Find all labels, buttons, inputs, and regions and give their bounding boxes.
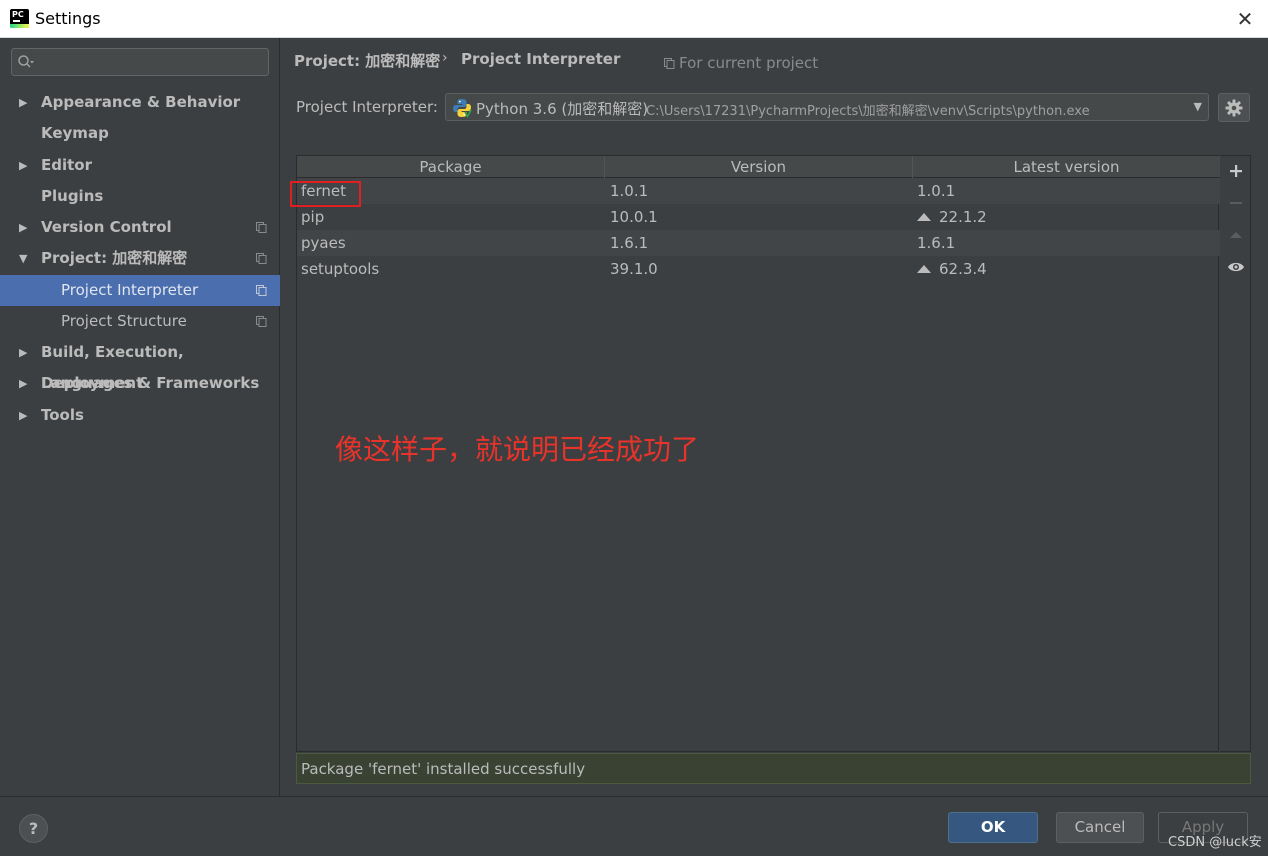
sidebar-item-languages-frameworks[interactable]: ▶ Languages & Frameworks xyxy=(0,368,280,399)
project-scope-icon xyxy=(256,285,267,296)
package-toolbar xyxy=(1220,155,1251,752)
table-row[interactable]: setuptools 39.1.0 62.3.4 xyxy=(297,256,1220,282)
upgrade-icon xyxy=(1229,232,1242,238)
expand-arrow-icon[interactable]: ▶ xyxy=(19,150,31,181)
sidebar-item-project-structure[interactable]: Project Structure xyxy=(0,306,280,337)
package-latest-version: 22.1.2 xyxy=(917,204,987,230)
pycharm-icon: PC xyxy=(10,9,29,28)
sidebar-item-plugins[interactable]: Plugins xyxy=(0,181,280,212)
expand-arrow-icon[interactable]: ▶ xyxy=(19,400,31,431)
settings-main-panel: Project: 加密和解密 › Project Interpreter For… xyxy=(281,38,1268,796)
interpreter-name: Python 3.6 (加密和解密) xyxy=(476,100,649,118)
sidebar-item-keymap[interactable]: Keymap xyxy=(0,118,280,149)
eye-icon xyxy=(1227,262,1244,272)
interpreter-path: C:\Users\17231\PycharmProjects\加密和解密\ven… xyxy=(646,104,1090,119)
upgrade-available-icon xyxy=(917,213,931,221)
title-bar: PC Settings ✕ xyxy=(0,0,1268,38)
upgrade-available-icon xyxy=(917,265,931,273)
window-title: Settings xyxy=(35,9,101,28)
close-icon[interactable]: ✕ xyxy=(1232,6,1258,32)
sidebar-item-project[interactable]: ▼ Project: 加密和解密 xyxy=(0,243,280,274)
package-latest-version: 1.0.1 xyxy=(917,182,956,200)
plus-icon xyxy=(1229,165,1242,177)
interpreter-label: Project Interpreter: xyxy=(296,98,438,116)
expand-arrow-icon[interactable]: ▶ xyxy=(19,212,31,243)
interpreter-settings-button[interactable] xyxy=(1218,93,1250,122)
sidebar-item-project-interpreter[interactable]: Project Interpreter xyxy=(0,275,280,306)
package-latest-version: 1.6.1 xyxy=(917,234,956,252)
package-version: 1.0.1 xyxy=(610,182,649,200)
package-name: setuptools xyxy=(301,260,380,278)
minus-icon xyxy=(1229,202,1242,204)
package-name: pip xyxy=(301,208,325,226)
project-scope-icon xyxy=(256,253,267,264)
upgrade-package-button[interactable] xyxy=(1220,223,1251,251)
search-icon xyxy=(18,55,34,68)
search-input[interactable] xyxy=(40,52,264,72)
interpreter-dropdown[interactable]: Python 3.6 (加密和解密) C:\Users\17231\Pychar… xyxy=(445,93,1209,121)
sidebar-item-appearance-behavior[interactable]: ▶ Appearance & Behavior xyxy=(0,87,280,118)
annotation-text: 像这样子，就说明已经成功了 xyxy=(335,433,700,466)
scope-note-label: For current project xyxy=(679,54,819,72)
sidebar-item-tools[interactable]: ▶ Tools xyxy=(0,400,280,431)
search-field[interactable] xyxy=(11,48,269,76)
column-header-package[interactable]: Package xyxy=(297,156,605,178)
table-header: Package Version Latest version xyxy=(297,156,1220,178)
add-package-button[interactable] xyxy=(1220,159,1251,187)
status-message-bar: Package 'fernet' installed successfully xyxy=(296,753,1251,784)
ok-button[interactable]: OK xyxy=(948,812,1038,843)
scope-note: For current project xyxy=(664,54,818,72)
show-early-releases-button[interactable] xyxy=(1220,255,1251,283)
package-version: 39.1.0 xyxy=(610,260,658,278)
package-name: pyaes xyxy=(301,234,346,252)
package-version: 10.0.1 xyxy=(610,208,658,226)
project-scope-icon xyxy=(256,316,267,327)
settings-sidebar: ▶ Appearance & Behavior Keymap ▶ Editor … xyxy=(0,38,280,796)
project-scope-icon xyxy=(664,58,675,69)
breadcrumb-current: Project Interpreter xyxy=(461,50,621,68)
table-row[interactable]: fernet 1.0.1 1.0.1 xyxy=(290,178,1220,207)
column-header-version[interactable]: Version xyxy=(605,156,913,178)
sidebar-item-build-execution-deployment[interactable]: ▶ Build, Execution, Deployment xyxy=(0,337,280,392)
expand-arrow-icon[interactable]: ▶ xyxy=(19,368,31,399)
status-message: Package 'fernet' installed successfully xyxy=(301,760,586,778)
package-version: 1.6.1 xyxy=(610,234,649,252)
column-header-latest-version[interactable]: Latest version xyxy=(913,156,1220,178)
help-button[interactable]: ? xyxy=(19,814,48,843)
breadcrumb-separator: › xyxy=(442,50,448,66)
sidebar-item-editor[interactable]: ▶ Editor xyxy=(0,150,280,181)
python-icon xyxy=(453,99,472,118)
table-row[interactable]: pyaes 1.6.1 1.6.1 xyxy=(297,230,1220,256)
cancel-button[interactable]: Cancel xyxy=(1056,812,1144,843)
project-scope-icon xyxy=(256,222,267,233)
packages-table: Package Version Latest version fernet 1.… xyxy=(290,155,1220,752)
expand-arrow-icon[interactable]: ▶ xyxy=(19,337,31,368)
table-row[interactable]: pip 10.0.1 22.1.2 xyxy=(297,204,1220,230)
collapse-arrow-icon[interactable]: ▼ xyxy=(19,243,31,274)
chevron-down-icon[interactable]: ▼ xyxy=(1194,100,1202,113)
dialog-footer: ? OK Cancel Apply CSDN @luck安 xyxy=(0,796,1268,856)
package-latest-version: 62.3.4 xyxy=(917,256,987,282)
breadcrumb-parent[interactable]: Project: 加密和解密 xyxy=(294,50,440,71)
expand-arrow-icon[interactable]: ▶ xyxy=(19,87,31,118)
gear-icon xyxy=(1225,99,1243,117)
watermark: CSDN @luck安 xyxy=(1168,835,1262,850)
remove-package-button[interactable] xyxy=(1220,191,1251,219)
sidebar-item-version-control[interactable]: ▶ Version Control xyxy=(0,212,280,243)
